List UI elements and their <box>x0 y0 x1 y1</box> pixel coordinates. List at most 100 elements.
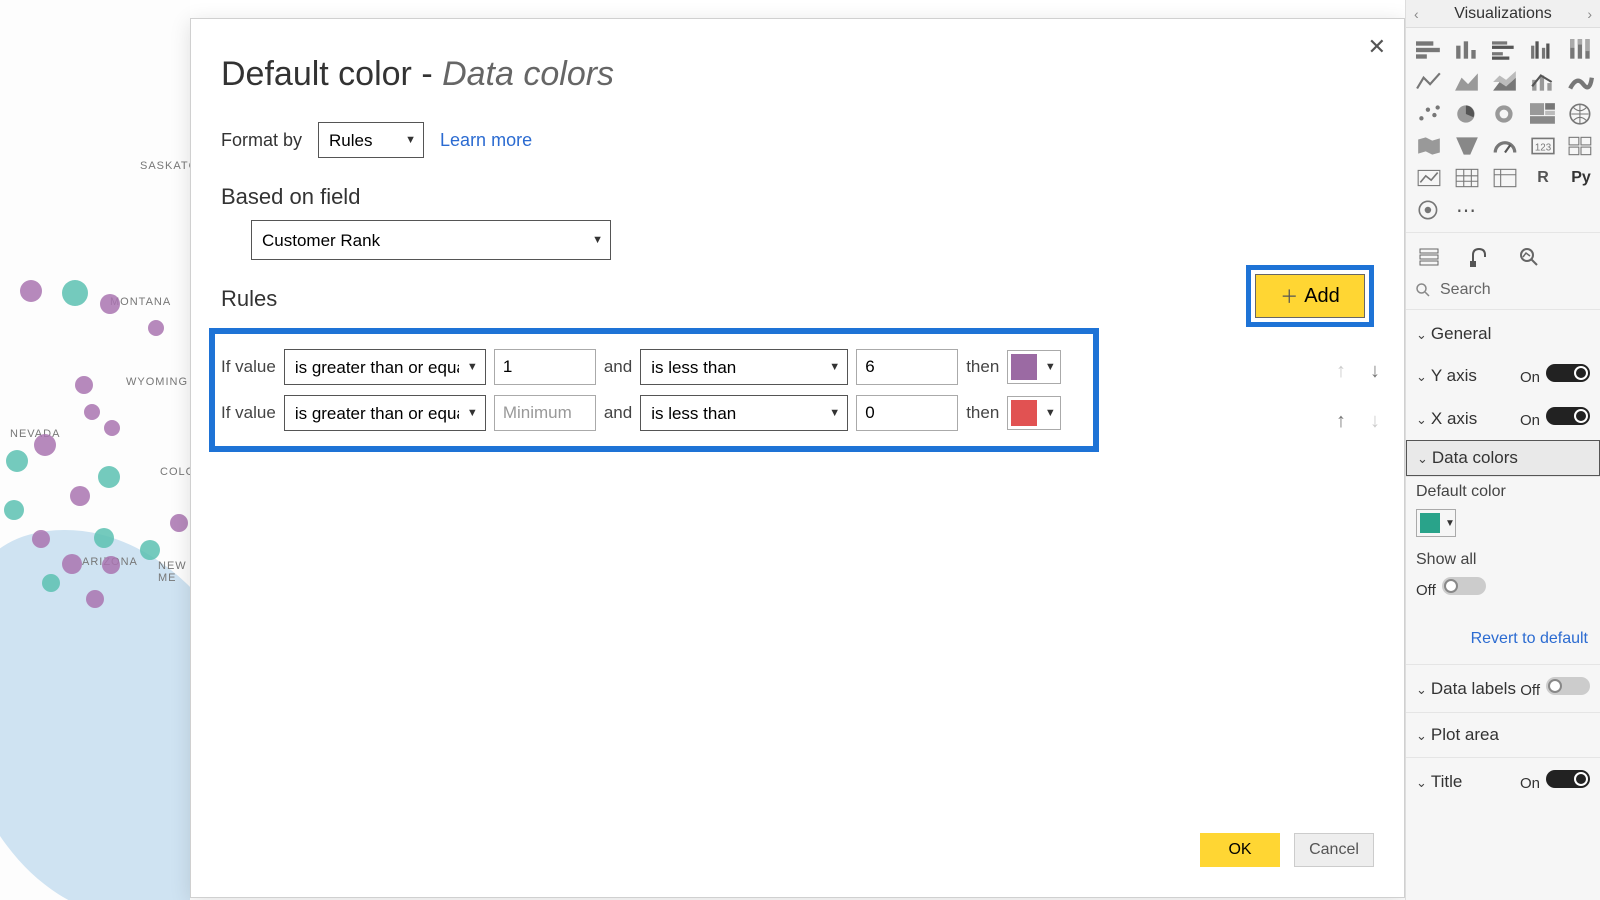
rule-operator2-select[interactable]: is less than <box>640 349 848 385</box>
datalabels-toggle[interactable] <box>1546 677 1590 695</box>
more-visuals-icon[interactable]: ⋯ <box>1450 196 1484 224</box>
chevron-down-icon: ▼ <box>1040 361 1060 373</box>
move-up-icon[interactable]: ↑ <box>1336 410 1346 433</box>
clustered-column-icon[interactable] <box>1526 36 1560 64</box>
learn-more-link[interactable]: Learn more <box>440 130 532 151</box>
python-visual-icon[interactable]: Py <box>1564 164 1598 192</box>
rule-operator1-select[interactable]: is greater than or equal to <box>284 349 486 385</box>
map-dot <box>20 280 42 302</box>
chevron-down-icon: ⌄ <box>1416 682 1427 697</box>
visualizations-pane-header: ‹ Visualizations › <box>1406 0 1600 28</box>
map-dot <box>94 528 114 548</box>
format-by-select[interactable]: Rules <box>318 122 424 158</box>
arcgis-icon[interactable] <box>1412 196 1446 224</box>
cancel-button[interactable]: Cancel <box>1294 833 1374 867</box>
color-swatch <box>1420 513 1440 533</box>
map-dot <box>75 376 93 394</box>
move-down-icon[interactable]: ↓ <box>1370 360 1380 383</box>
pie-chart-icon[interactable] <box>1450 100 1484 128</box>
stacked-area-icon[interactable] <box>1488 68 1522 96</box>
yaxis-toggle[interactable] <box>1546 364 1590 382</box>
map-canvas-background: SASKATCH MONTANA WYOMING NEVADA COLO ARI… <box>0 0 190 900</box>
gauge-icon[interactable] <box>1488 132 1522 160</box>
if-value-label: If value <box>221 403 276 423</box>
format-tab-icon[interactable] <box>1464 243 1494 271</box>
stacked-bar-icon[interactable] <box>1412 36 1446 64</box>
based-on-field-select[interactable]: Customer Rank <box>251 220 611 260</box>
rule-value2-input[interactable] <box>856 395 958 431</box>
rule-operator2-select[interactable]: is less than <box>640 395 848 431</box>
line-chart-icon[interactable] <box>1412 68 1446 96</box>
rules-header-label: Rules <box>221 286 277 312</box>
hundred-stacked-icon[interactable] <box>1564 36 1598 64</box>
ribbon-chart-icon[interactable] <box>1564 68 1598 96</box>
search-row[interactable]: Search <box>1406 277 1600 310</box>
then-label: then <box>966 357 999 377</box>
scatter-chart-icon[interactable] <box>1412 100 1446 128</box>
rule-value1-input[interactable] <box>494 349 596 385</box>
plus-icon: ＋ <box>1280 283 1298 309</box>
rule-value2-input[interactable] <box>856 349 958 385</box>
analytics-tab-icon[interactable] <box>1514 243 1544 271</box>
visualization-type-grid: 123 R Py ⋯ <box>1406 28 1600 232</box>
section-xaxis[interactable]: ⌄X axis On <box>1406 397 1600 440</box>
based-on-field-label: Based on field <box>191 158 1404 220</box>
donut-chart-icon[interactable] <box>1488 100 1522 128</box>
close-icon[interactable]: ✕ <box>1368 34 1386 60</box>
search-icon <box>1414 281 1432 299</box>
card-icon[interactable]: 123 <box>1526 132 1560 160</box>
map-dot <box>140 540 160 560</box>
combo-chart-icon[interactable] <box>1526 68 1560 96</box>
treemap-icon[interactable] <box>1526 100 1560 128</box>
stacked-column-icon[interactable] <box>1450 36 1484 64</box>
kpi-icon[interactable] <box>1412 164 1446 192</box>
matrix-icon[interactable] <box>1488 164 1522 192</box>
search-label: Search <box>1440 281 1491 299</box>
and-label: and <box>604 403 632 423</box>
area-chart-icon[interactable] <box>1450 68 1484 96</box>
fields-tab-icon[interactable] <box>1414 243 1444 271</box>
map-dot <box>42 574 60 592</box>
map-dot <box>62 554 82 574</box>
default-color-picker[interactable]: ▼ <box>1416 509 1456 537</box>
map-dot <box>100 294 120 314</box>
pane-nav-prev-icon[interactable]: ‹ <box>1414 6 1419 22</box>
section-plotarea[interactable]: ⌄Plot area <box>1406 712 1600 757</box>
ok-button[interactable]: OK <box>1200 833 1280 867</box>
section-datacolors[interactable]: ⌄Data colors <box>1406 440 1600 476</box>
show-all-block: Show all Off <box>1406 551 1600 614</box>
chevron-down-icon: ⌄ <box>1416 327 1427 342</box>
svg-text:123: 123 <box>1535 142 1551 153</box>
pane-nav-next-icon[interactable]: › <box>1587 6 1592 22</box>
map-dot <box>84 404 100 420</box>
section-title[interactable]: ⌄Title On <box>1406 757 1600 805</box>
map-dot <box>148 320 164 336</box>
section-general[interactable]: ⌄General <box>1406 314 1600 354</box>
section-datalabels[interactable]: ⌄Data labels Off <box>1406 664 1600 712</box>
table-icon[interactable] <box>1450 164 1484 192</box>
clustered-bar-icon[interactable] <box>1488 36 1522 64</box>
revert-to-default-link[interactable]: Revert to default <box>1406 614 1600 664</box>
rule-operator1-select[interactable]: is greater than or equal to <box>284 395 486 431</box>
move-down-icon: ↓ <box>1370 410 1380 433</box>
default-color-label: Default color <box>1416 483 1590 501</box>
funnel-icon[interactable] <box>1450 132 1484 160</box>
section-yaxis[interactable]: ⌄Y axis On <box>1406 354 1600 397</box>
xaxis-toggle[interactable] <box>1546 407 1590 425</box>
multi-card-icon[interactable] <box>1564 132 1598 160</box>
rule-value1-input[interactable] <box>494 395 596 431</box>
map-icon[interactable] <box>1564 100 1598 128</box>
state-label-saskatchewan: SASKATCH <box>140 160 190 172</box>
add-button-label: Add <box>1304 285 1340 308</box>
if-value-label: If value <box>221 357 276 377</box>
map-dot <box>32 530 50 548</box>
title-toggle[interactable] <box>1546 770 1590 788</box>
show-all-toggle[interactable] <box>1442 577 1486 595</box>
visualizations-pane: ‹ Visualizations › 123 R Py ⋯ <box>1405 0 1600 900</box>
add-rule-button[interactable]: ＋ Add <box>1255 274 1365 318</box>
rule-color-picker[interactable]: ▼ <box>1007 396 1061 430</box>
r-visual-icon[interactable]: R <box>1526 164 1560 192</box>
rule-color-picker[interactable]: ▼ <box>1007 350 1061 384</box>
filled-map-icon[interactable] <box>1412 132 1446 160</box>
map-dot <box>34 434 56 456</box>
